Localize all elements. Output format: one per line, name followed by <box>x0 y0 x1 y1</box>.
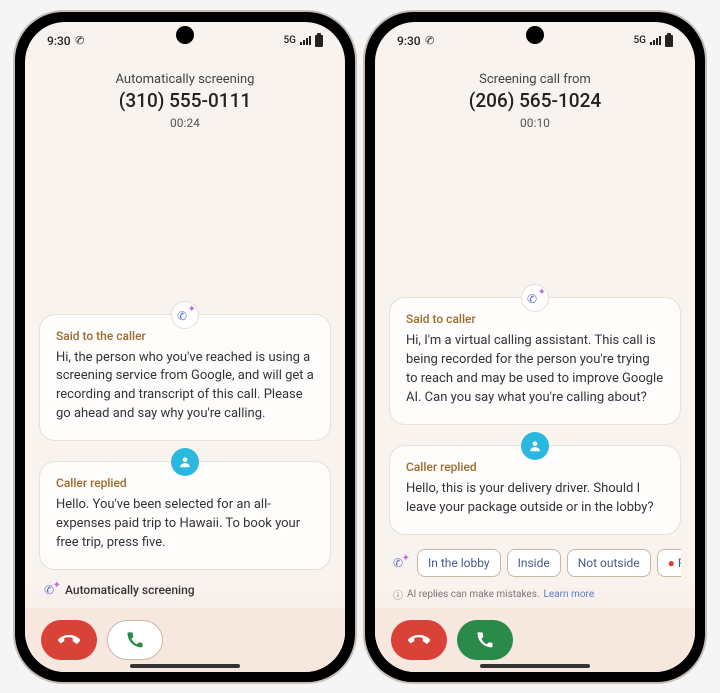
phone-mockup-left: 9:30 ✆ 5G Automatically screening (310) … <box>15 12 355 682</box>
ai-disclaimer: ⓘ AI replies can make mistakes. Learn mo… <box>389 585 681 608</box>
transcript-area: ✆✦ Said to the caller Hi, the person who… <box>25 136 345 608</box>
answer-button[interactable] <box>457 620 513 660</box>
caller-message-card: Caller replied Hello. You've been select… <box>39 461 331 570</box>
assistant-icon: ✆✦ <box>43 582 59 598</box>
card-label: Caller replied <box>406 460 664 474</box>
call-active-icon: ✆ <box>423 33 435 48</box>
assistant-icon: ✆✦ <box>389 552 411 574</box>
home-indicator[interactable] <box>480 664 590 668</box>
caller-avatar-icon <box>521 432 549 460</box>
transcript-area: ✆✦ Said to caller Hi, I'm a virtual call… <box>375 136 695 608</box>
card-text: Hi, the person who you've reached is usi… <box>56 349 314 424</box>
card-text: Hi, I'm a virtual calling assistant. Thi… <box>406 332 664 407</box>
answer-button[interactable] <box>107 620 163 660</box>
assistant-message-card: ✆✦ Said to caller Hi, I'm a virtual call… <box>389 297 681 424</box>
reply-chip[interactable]: Inside <box>507 549 561 577</box>
status-time: 9:30 <box>47 34 71 48</box>
caller-message-card: Caller replied Hello, this is your deliv… <box>389 445 681 535</box>
caller-number: (310) 555-0111 <box>25 89 345 112</box>
call-active-icon: ✆ <box>73 33 85 48</box>
card-label: Said to the caller <box>56 329 314 343</box>
home-indicator[interactable] <box>130 664 240 668</box>
screening-title: Screening call from <box>375 72 695 87</box>
status-time: 9:30 <box>397 34 421 48</box>
info-icon: ⓘ <box>393 587 403 602</box>
screening-title: Automatically screening <box>25 72 345 87</box>
hangup-button[interactable] <box>41 620 97 660</box>
network-label: 5G <box>284 35 297 46</box>
assistant-message-card: ✆✦ Said to the caller Hi, the person who… <box>39 314 331 441</box>
call-timer: 00:10 <box>375 116 695 130</box>
battery-icon <box>665 35 673 47</box>
reply-chip[interactable]: Not outside <box>567 549 651 577</box>
network-label: 5G <box>634 35 647 46</box>
phone-screen: 9:30 ✆ 5G Automatically screening (310) … <box>25 22 345 672</box>
call-header: Automatically screening (310) 555-0111 0… <box>25 60 345 136</box>
phone-mockup-right: 9:30 ✆ 5G Screening call from (206) 565-… <box>365 12 705 682</box>
card-label: Said to caller <box>406 312 664 326</box>
phone-screen: 9:30 ✆ 5G Screening call from (206) 565-… <box>375 22 695 672</box>
suggested-replies: ✆✦ In the lobby Inside Not outside ● Rep <box>389 541 681 579</box>
call-actions <box>375 608 695 672</box>
signal-icon <box>300 36 311 45</box>
card-text: Hello. You've been selected for an all-e… <box>56 496 314 553</box>
camera-notch <box>176 26 194 44</box>
caller-avatar-icon <box>171 448 199 476</box>
card-text: Hello, this is your delivery driver. Sho… <box>406 480 664 518</box>
call-actions <box>25 608 345 672</box>
status-text: Automatically screening <box>65 583 195 597</box>
caller-number: (206) 565-1024 <box>375 89 695 112</box>
screening-status: ✆✦ Automatically screening <box>39 576 331 608</box>
call-header: Screening call from (206) 565-1024 00:10 <box>375 60 695 136</box>
camera-notch <box>526 26 544 44</box>
disclaimer-text: AI replies can make mistakes. <box>407 589 540 600</box>
reply-chip[interactable]: In the lobby <box>417 549 501 577</box>
assistant-icon: ✆✦ <box>521 284 549 312</box>
signal-icon <box>650 36 661 45</box>
battery-icon <box>315 35 323 47</box>
call-timer: 00:24 <box>25 116 345 130</box>
learn-more-link[interactable]: Learn more <box>544 589 595 600</box>
hangup-button[interactable] <box>391 620 447 660</box>
reply-chip-overflow[interactable]: ● Rep <box>657 549 681 577</box>
card-label: Caller replied <box>56 476 314 490</box>
assistant-icon: ✆✦ <box>171 301 199 329</box>
